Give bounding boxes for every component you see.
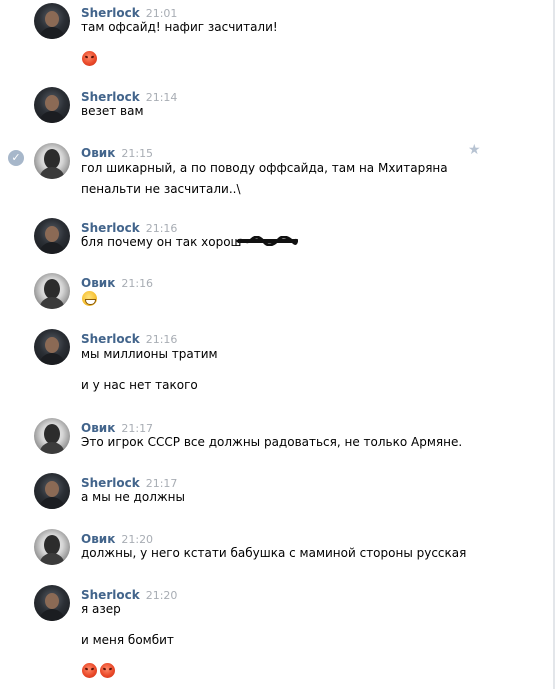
message-header: Sherlock 21:17 xyxy=(81,475,177,490)
grinning-face-emoji-icon xyxy=(82,291,97,306)
message-header: Овик 21:15 xyxy=(81,145,154,160)
avatar[interactable] xyxy=(34,218,70,254)
avatar[interactable] xyxy=(34,473,70,509)
message-time: 21:16 xyxy=(145,333,178,346)
author-name[interactable]: Овик xyxy=(81,146,115,160)
message-text: везет вам xyxy=(81,104,144,118)
author-name[interactable]: Sherlock xyxy=(81,476,140,490)
chat-window: { "messages": [ {"author": "Sherlock", "… xyxy=(0,0,555,689)
message-time: 21:20 xyxy=(145,589,178,602)
avatar[interactable] xyxy=(34,143,70,179)
message-text: бля почему он так хорош xyxy=(81,235,242,249)
message-text: там офсайд! нафиг засчитали! xyxy=(81,20,278,34)
star-icon[interactable]: ★ xyxy=(468,143,481,157)
author-name[interactable]: Sherlock xyxy=(81,90,140,104)
author-name[interactable]: Овик xyxy=(81,276,115,290)
avatar[interactable] xyxy=(34,329,70,365)
message-header: Sherlock 21:01 xyxy=(81,5,177,20)
message-text: я азер xyxy=(81,602,121,616)
avatar[interactable] xyxy=(34,87,70,123)
message-text: гол шикарный, а по поводу оффсайда, там … xyxy=(81,161,448,175)
author-name[interactable]: Sherlock xyxy=(81,221,140,235)
message-text: и у нас нет такого xyxy=(81,378,198,392)
message-text: Это игрок СССР все должны радоваться, не… xyxy=(81,435,463,449)
scribble-redaction xyxy=(236,236,298,246)
message-header: Sherlock 21:16 xyxy=(81,331,178,346)
angry-face-emoji-icon xyxy=(82,663,97,678)
avatar[interactable] xyxy=(34,3,70,39)
message-header: Sherlock 21:14 xyxy=(81,89,178,104)
message-header: Овик 21:20 xyxy=(81,531,153,546)
message-text: и меня бомбит xyxy=(81,633,174,647)
message-text: а мы не должны xyxy=(81,490,185,504)
angry-face-emoji-icon xyxy=(82,51,97,66)
message-header: Овик 21:17 xyxy=(81,420,153,435)
author-name[interactable]: Овик xyxy=(81,532,115,546)
avatar[interactable] xyxy=(34,585,70,621)
author-name[interactable]: Sherlock xyxy=(81,6,140,20)
checkmark-icon[interactable]: ✓ xyxy=(8,150,24,166)
message-text: мы миллионы тратим xyxy=(81,347,218,361)
avatar[interactable] xyxy=(34,418,70,454)
message-header: Sherlock 21:20 xyxy=(81,587,178,602)
author-name[interactable]: Sherlock xyxy=(81,588,140,602)
author-name[interactable]: Овик xyxy=(81,421,115,435)
message-text: пенальти не засчитали..\ xyxy=(81,182,241,196)
author-name[interactable]: Sherlock xyxy=(81,332,140,346)
message-time: 21:14 xyxy=(145,91,178,104)
avatar[interactable] xyxy=(34,273,70,309)
message-time: 21:15 xyxy=(121,147,154,160)
avatar[interactable] xyxy=(34,529,70,565)
message-time: 21:16 xyxy=(121,277,154,290)
message-text: должны, у него кстати бабушка с маминой … xyxy=(81,546,467,560)
message-header: Овик 21:16 xyxy=(81,275,154,290)
message-header: Sherlock 21:16 xyxy=(81,220,177,235)
angry-face-emoji-icon xyxy=(100,663,115,678)
